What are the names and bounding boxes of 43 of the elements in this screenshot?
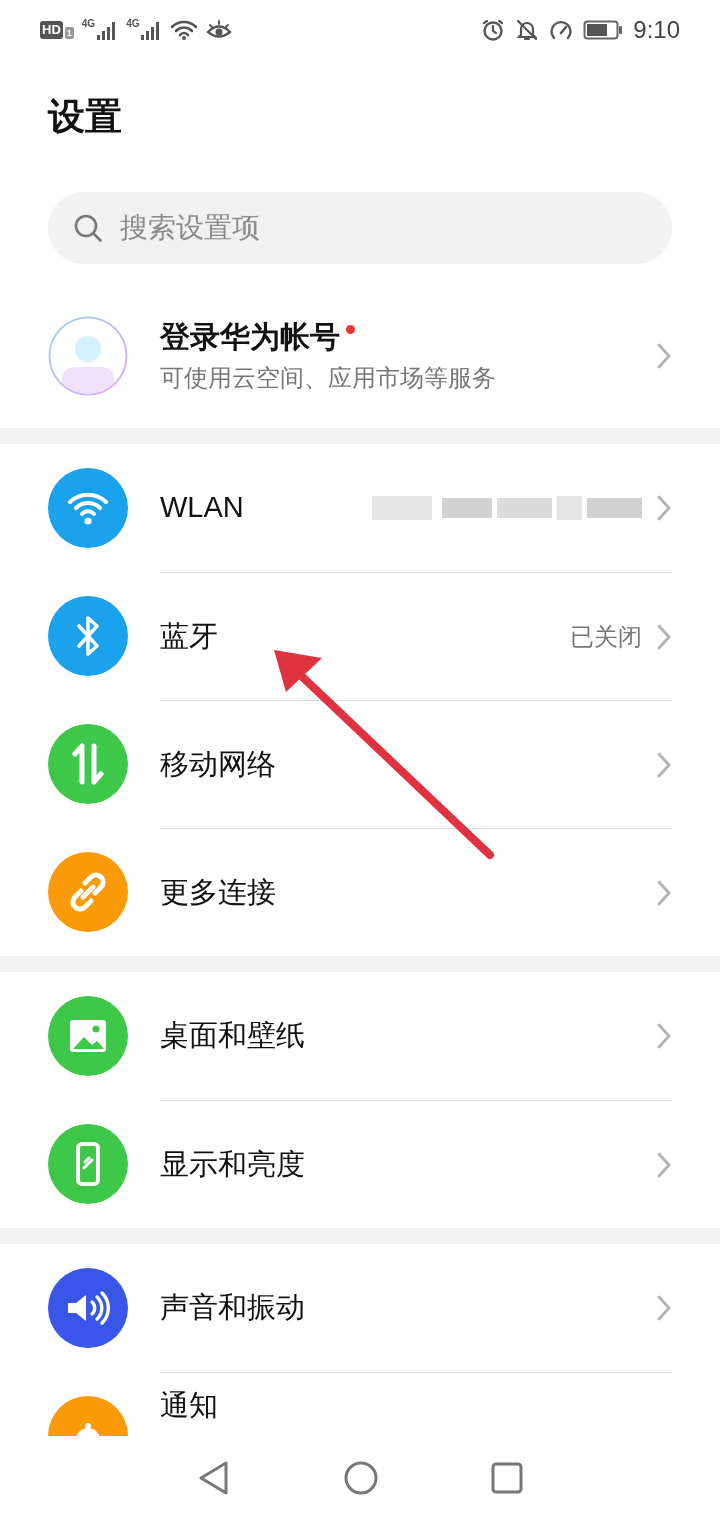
account-row[interactable]: 登录华为帐号 可使用云空间、应用市场等服务 xyxy=(0,292,720,420)
hd-badge: HD xyxy=(40,21,63,39)
item-label: 蓝牙 xyxy=(160,618,219,654)
settings-item[interactable]: 显示和亮度 xyxy=(0,1100,720,1228)
chevron-icon xyxy=(656,494,672,522)
settings-item[interactable]: 声音和振动 xyxy=(0,1244,720,1372)
muted-bell-icon xyxy=(515,18,540,42)
settings-item[interactable]: WLAN xyxy=(0,444,720,572)
item-value: 已关闭 xyxy=(570,621,642,652)
speedometer-icon xyxy=(549,18,574,42)
item-label: 显示和亮度 xyxy=(160,1146,306,1182)
item-label: 声音和振动 xyxy=(160,1290,306,1326)
chevron-icon xyxy=(656,622,672,651)
item-label: 桌面和壁纸 xyxy=(160,1018,306,1054)
chevron-icon xyxy=(656,750,672,779)
chevron-icon xyxy=(656,1150,672,1179)
chevron-icon xyxy=(656,1294,672,1322)
settings-item[interactable]: 更多连接 xyxy=(0,828,720,956)
item-label: WLAN xyxy=(160,490,245,526)
sim-badge: 1 xyxy=(64,27,74,39)
network-type-label: 4G xyxy=(126,19,140,29)
eye-icon xyxy=(206,19,233,41)
wifi-icon xyxy=(170,19,199,41)
search-field[interactable]: 搜索设置项 xyxy=(48,192,672,264)
alarm-icon xyxy=(481,18,506,42)
item-label: 移动网络 xyxy=(160,746,277,782)
item-label: 更多连接 xyxy=(160,874,277,910)
page-title: 设置 xyxy=(46,95,123,139)
battery-icon xyxy=(583,19,624,41)
settings-item[interactable]: 桌面和壁纸 xyxy=(0,972,720,1100)
settings-item[interactable]: 移动网络 xyxy=(0,700,720,828)
chevron-icon xyxy=(656,1022,672,1050)
avatar-icon xyxy=(48,316,128,396)
account-subtitle: 可使用云空间、应用市场等服务 xyxy=(160,363,497,393)
search-icon xyxy=(72,212,104,244)
recents-button[interactable] xyxy=(491,1462,524,1494)
chevron-icon xyxy=(656,342,672,370)
account-title: 登录华为帐号 xyxy=(160,319,340,355)
network-type-label: 4G xyxy=(81,19,96,29)
chevron-icon xyxy=(656,878,672,907)
clock-time: 9:10 xyxy=(633,15,680,45)
item-label: 通知 xyxy=(160,1389,219,1421)
home-button[interactable] xyxy=(344,1461,378,1495)
